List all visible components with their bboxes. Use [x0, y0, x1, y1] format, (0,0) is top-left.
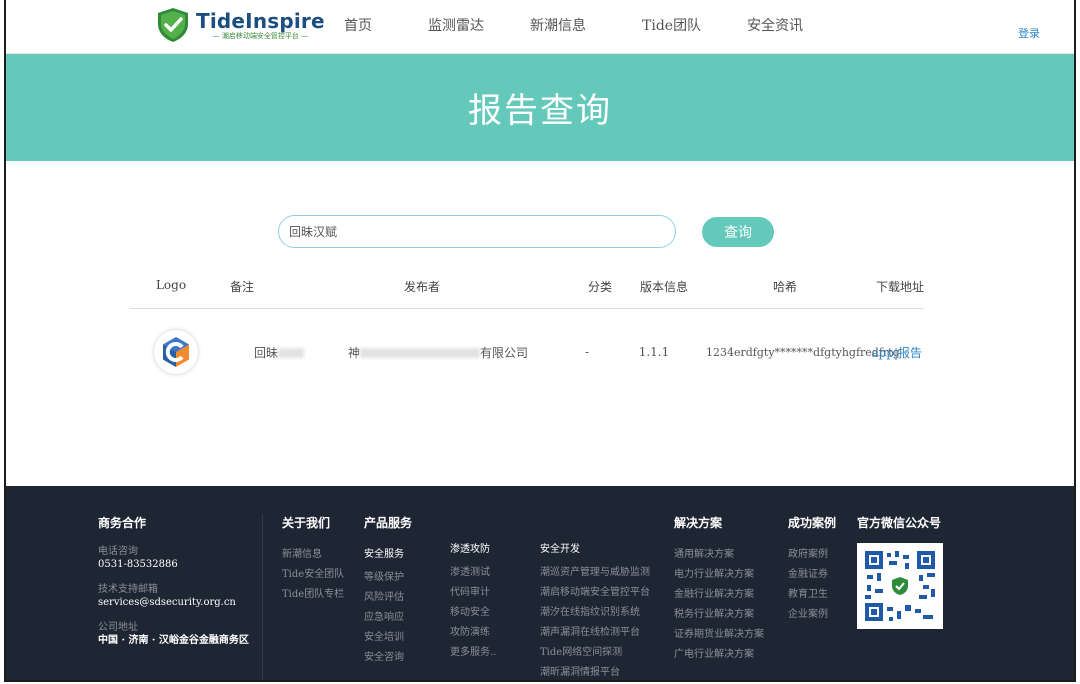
- redacted-note: [278, 348, 305, 358]
- footer-about-item[interactable]: Tide安全团队: [282, 565, 344, 585]
- col-header-publisher: 发布者: [403, 280, 440, 294]
- nav-home[interactable]: 首页: [344, 15, 372, 35]
- footer-security-item[interactable]: 等级保护: [364, 568, 412, 588]
- footer-wechat-title: 官方微信公众号: [857, 516, 942, 530]
- cell-category: -: [584, 345, 590, 359]
- footer-solution-item[interactable]: 税务行业解决方案: [674, 605, 764, 625]
- wechat-qr-code: [857, 543, 943, 629]
- table-row: 回昧 神 有限公司 - 1.1.1 1234erdfgty*******dfgty…: [130, 309, 924, 395]
- cell-hash: 1234erdfgty*******dfgtyhgfredfrtg: [706, 345, 900, 359]
- footer-solutions: 解决方案 通用解决方案 电力行业解决方案 金融行业解决方案 税务行业解决方案 证…: [674, 514, 764, 665]
- nav-tide-team[interactable]: Tide团队: [642, 15, 701, 35]
- top-header: TideInspire — 潮启移动端安全管控平台 — 首页 监测雷达 新潮信息…: [6, 0, 1074, 54]
- shield-check-icon: [158, 8, 188, 42]
- app-logo-icon: [154, 330, 198, 374]
- nav-monitor-radar[interactable]: 监测雷达: [428, 15, 484, 35]
- col-header-note: 备注: [229, 280, 254, 294]
- footer-solutions-title: 解决方案: [674, 516, 723, 530]
- footer-cases: 成功案例 政府案例 金融证券 教育卫生 企业案例: [788, 514, 836, 625]
- footer-products-title: 产品服务: [364, 516, 413, 530]
- footer-dev: 安全开发 潮巡资产管理与威胁监测 潮启移动端安全管控平台 潮汐在线指纹识别系统 …: [540, 540, 650, 680]
- phone-label: 电话咨询: [98, 546, 138, 557]
- footer-security-item[interactable]: 安全咨询: [364, 648, 412, 668]
- page-title: 报告查询: [468, 91, 612, 131]
- footer-business-title: 商务合作: [98, 516, 147, 530]
- publisher-prefix: 神: [348, 345, 361, 360]
- footer-wechat: 官方微信公众号: [857, 514, 943, 629]
- download-app-link[interactable]: app: [871, 346, 894, 360]
- col-header-logo: Logo: [155, 278, 187, 292]
- page-banner: 报告查询: [6, 54, 1074, 161]
- footer-about-item[interactable]: 新潮信息: [282, 545, 344, 565]
- report-link[interactable]: 报告: [898, 346, 922, 360]
- footer-pentest-item[interactable]: 更多服务..: [450, 643, 496, 663]
- report-table: Logo 备注 发布者 分类 版本信息 哈希 下载地址 回昧 神 有限公司 - …: [130, 278, 924, 395]
- col-header-hash: 哈希: [772, 280, 797, 294]
- footer-security-item[interactable]: 应急响应: [364, 608, 412, 628]
- footer-solution-item[interactable]: 电力行业解决方案: [674, 565, 764, 585]
- logo-subtitle: — 潮启移动端安全管控平台 —: [212, 31, 309, 40]
- nav-news[interactable]: 新潮信息: [530, 15, 586, 35]
- cell-publisher: 神 有限公司: [317, 344, 572, 361]
- footer-divider: [262, 514, 263, 680]
- cell-download: app|报告: [856, 344, 922, 361]
- footer-dev-item[interactable]: 潮汐在线指纹识别系统: [540, 603, 650, 623]
- footer-pentest-item[interactable]: 代码审计: [450, 583, 496, 603]
- email-value[interactable]: services@sdsecurity.org.cn: [98, 597, 249, 609]
- cell-version: 1.1.1: [638, 345, 670, 359]
- cell-note: 回昧: [222, 344, 317, 361]
- publisher-suffix: 有限公司: [480, 345, 529, 360]
- footer-business: 商务合作 电话咨询 0531-83532886 技术支持邮箱 services@…: [98, 514, 249, 659]
- footer-pentest-item[interactable]: 移动安全: [450, 603, 496, 623]
- footer-dev-item[interactable]: 潮巡资产管理与威胁监测: [540, 563, 650, 583]
- footer-dev-item[interactable]: 潮声漏洞在线检测平台: [540, 623, 650, 643]
- footer-about-title: 关于我们: [282, 516, 331, 530]
- footer-solution-item[interactable]: 通用解决方案: [674, 545, 764, 565]
- footer-products: 产品服务 安全服务 等级保护 风险评估 应急响应 安全培训 安全咨询: [364, 514, 412, 668]
- footer-solution-item[interactable]: 金融行业解决方案: [674, 585, 764, 605]
- phone-value: 0531-83532886: [98, 559, 178, 570]
- footer-dev-item[interactable]: Tide网络空间探测: [540, 643, 650, 663]
- main-nav: 首页 监测雷达 新潮信息 Tide团队 安全资讯: [344, 15, 859, 35]
- footer-pentest: 渗透攻防 渗透测试 代码审计 移动安全 攻防演练 更多服务..: [450, 540, 496, 663]
- address-label: 公司地址: [98, 622, 138, 633]
- search-input[interactable]: [278, 215, 676, 248]
- qr-code-icon: [863, 549, 937, 623]
- footer-solution-item[interactable]: 证券期货业解决方案: [674, 625, 764, 645]
- footer-dev-title: 安全开发: [540, 544, 580, 555]
- footer-pentest-item[interactable]: 渗透测试: [450, 563, 496, 583]
- footer-security-title: 安全服务: [364, 549, 404, 560]
- redacted-publisher: [360, 348, 481, 358]
- footer-case-item[interactable]: 金融证券: [788, 565, 836, 585]
- table-header: Logo 备注 发布者 分类 版本信息 哈希 下载地址: [130, 278, 924, 309]
- cell-logo: [130, 330, 222, 374]
- site-footer: 商务合作 电话咨询 0531-83532886 技术支持邮箱 services@…: [6, 486, 1074, 680]
- login-link[interactable]: 登录: [1018, 25, 1040, 41]
- address-value: 中国 · 济南 · 汉峪金谷金融商务区: [98, 635, 249, 646]
- site-logo[interactable]: TideInspire — 潮启移动端安全管控平台 —: [156, 7, 325, 43]
- footer-about: 关于我们 新潮信息 Tide安全团队 Tide团队专栏: [282, 514, 344, 605]
- footer-dev-item[interactable]: 潮昕漏洞情报平台: [540, 663, 650, 680]
- footer-case-item[interactable]: 教育卫生: [788, 585, 836, 605]
- footer-dev-item[interactable]: 潮启移动端安全管控平台: [540, 583, 650, 603]
- col-header-version: 版本信息: [639, 280, 688, 294]
- logo-name: TideInspire: [196, 8, 325, 33]
- search-button[interactable]: 查询: [702, 216, 774, 247]
- search-bar: 查询: [278, 215, 774, 248]
- footer-security-item[interactable]: 风险评估: [364, 588, 412, 608]
- page-frame: TideInspire — 潮启移动端安全管控平台 — 首页 监测雷达 新潮信息…: [4, 0, 1076, 682]
- nav-security-news[interactable]: 安全资讯: [747, 15, 803, 35]
- footer-case-item[interactable]: 企业案例: [788, 605, 836, 625]
- footer-cases-title: 成功案例: [788, 516, 837, 530]
- footer-pentest-title: 渗透攻防: [450, 544, 490, 555]
- footer-about-item[interactable]: Tide团队专栏: [282, 585, 344, 605]
- note-text: 回昧: [254, 345, 279, 360]
- col-header-category: 分类: [587, 280, 612, 294]
- footer-solution-item[interactable]: 广电行业解决方案: [674, 645, 764, 665]
- email-label: 技术支持邮箱: [98, 584, 158, 595]
- footer-pentest-item[interactable]: 攻防演练: [450, 623, 496, 643]
- col-header-download: 下载地址: [875, 280, 924, 294]
- footer-case-item[interactable]: 政府案例: [788, 545, 836, 565]
- footer-security-item[interactable]: 安全培训: [364, 628, 412, 648]
